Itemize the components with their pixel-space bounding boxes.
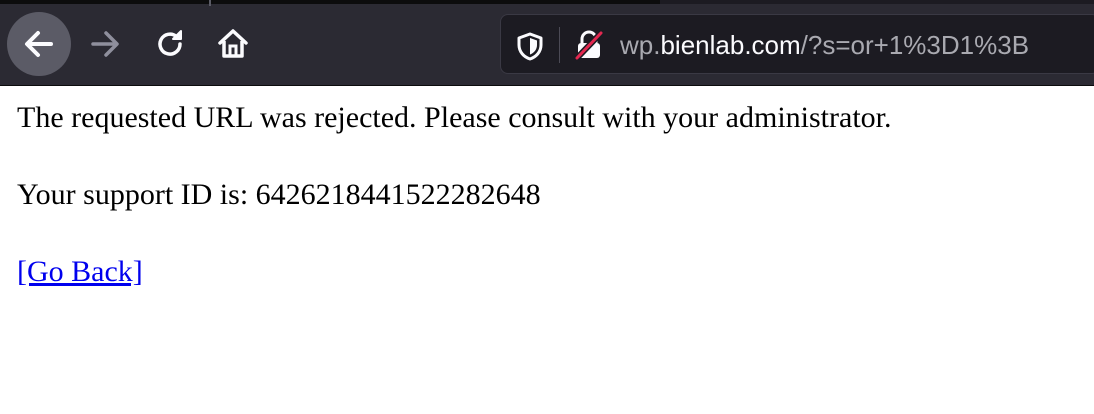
site-security-button[interactable]: [573, 29, 605, 65]
forward-button[interactable]: [73, 12, 137, 76]
url-path: /?s=or+1%3D1%3B: [800, 30, 1030, 60]
arrow-left-icon: [25, 31, 53, 57]
back-button[interactable]: [7, 12, 71, 76]
urlbar-divider: [559, 27, 560, 63]
go-back-link[interactable]: [Go Back]: [17, 255, 143, 288]
tracking-protection-button[interactable]: [515, 31, 545, 65]
url-bar[interactable]: wp.bienlab.com/?s=or+1%3D1%3B: [500, 14, 1094, 74]
active-tab-edge: [0, 0, 660, 4]
home-icon: [218, 29, 248, 58]
arrow-right-icon: [91, 31, 119, 57]
reload-icon: [158, 30, 182, 56]
insecure-lock-icon: [574, 30, 604, 61]
url-prefix: wp.: [620, 30, 661, 60]
url-text[interactable]: wp.bienlab.com/?s=or+1%3D1%3B: [620, 29, 1029, 61]
rejection-message: The requested URL was rejected. Please c…: [17, 101, 892, 134]
browser-toolbar: wp.bienlab.com/?s=or+1%3D1%3B: [0, 0, 1094, 86]
tab-separator: [209, 0, 211, 6]
home-button[interactable]: [201, 12, 265, 76]
shield-icon: [517, 32, 543, 61]
url-host: bienlab.com: [660, 30, 801, 60]
tab-strip-edge: [0, 0, 1094, 6]
reload-button[interactable]: [138, 12, 202, 76]
support-id-text: Your support ID is: 6426218441522282648: [17, 178, 541, 211]
page-content: The requested URL was rejected. Please c…: [17, 98, 891, 329]
